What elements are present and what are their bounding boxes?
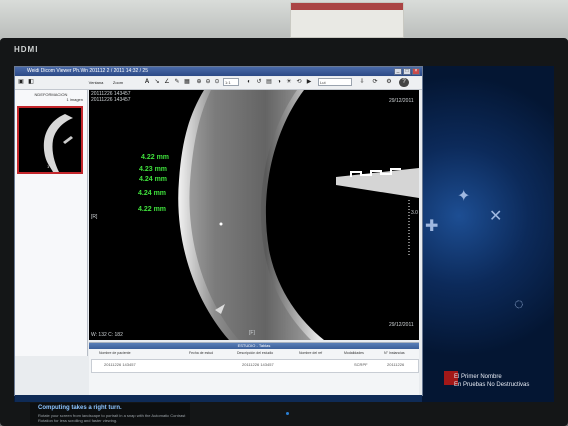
measurement-label[interactable]: 4.23 mm <box>139 166 167 173</box>
wall-background <box>0 0 568 40</box>
zoom-menu-button[interactable]: Zoom <box>110 78 126 87</box>
grid-icon[interactable]: ▤ <box>265 78 273 87</box>
desktop-text-line2: En Pruebas No Destructivas <box>454 382 530 388</box>
zoom-in-icon[interactable]: ⊕ <box>195 78 203 87</box>
monitor-brand: HDMI <box>14 45 39 54</box>
column-header[interactable]: Nombre del ref <box>299 351 322 357</box>
overlay-orientation-left: [R] <box>91 214 98 220</box>
overlay-date-bottom: 29/12/2011 <box>389 322 414 328</box>
toolbar: ▣ ◧ Ventana Zoom A ↘ ∠ ✎ ▦ ⊕ ⊖ ⊙ 1:1 ◐ ↺… <box>15 77 422 90</box>
column-header[interactable]: Modalidades <box>344 351 364 357</box>
measurement-label[interactable]: 4.22 mm <box>138 206 166 213</box>
layout-icon[interactable]: ◧ <box>27 78 35 87</box>
table-cell: 20111226 143457 <box>104 362 136 367</box>
star-icon: ✦ <box>457 188 471 205</box>
minimize-button[interactable]: _ <box>394 68 402 75</box>
dicom-viewer-window: Weidi Dicom Viewer Ph.Wn 201112 2 / 2011… <box>14 66 423 402</box>
column-header[interactable]: Fecha de estud <box>189 351 213 357</box>
flip-icon[interactable]: ◐ <box>245 78 253 87</box>
angle-icon[interactable]: ∠ <box>163 78 171 87</box>
annotation-icon[interactable]: A <box>143 78 151 87</box>
promo-body: Rotate your screen from landscape to por… <box>38 413 186 423</box>
cine-icon[interactable]: ▶ <box>305 78 313 87</box>
measurement-label[interactable]: 4.24 mm <box>139 176 167 183</box>
overlay-orientation-bottom: [F] <box>249 330 255 336</box>
thumbnail-image <box>43 114 73 172</box>
overlay-window-level: W: 132 C: 182 <box>91 332 123 338</box>
zoom-out-icon[interactable]: ⊖ <box>204 78 212 87</box>
monitor-screen: ✦ ✚ ✕ ◌ El Primer Nombre En Pruebas No D… <box>14 66 554 402</box>
promo-sticker: Computing takes a right turn. Rotate you… <box>30 403 190 425</box>
zoom-fit-icon[interactable]: ⊙ <box>213 78 221 87</box>
reset-icon[interactable]: ⟲ <box>295 78 303 87</box>
invert-icon[interactable]: ◑ <box>275 78 283 87</box>
circle-icon: ◌ <box>514 296 524 313</box>
window-title: Weidi Dicom Viewer Ph.Wn 201112 2 / 2011… <box>27 68 148 74</box>
wall-calendar <box>290 2 404 38</box>
cross-icon: ✚ <box>425 218 439 235</box>
sync-icon[interactable]: ⟳ <box>371 78 379 87</box>
study-table-panel: ESTUDIO - Tablas Nombre de paciente Fech… <box>89 342 419 395</box>
settings-icon[interactable]: ⚙ <box>385 78 393 87</box>
study-table-title: ESTUDIO - Tablas <box>89 343 419 349</box>
image-icon[interactable]: ▦ <box>183 78 191 87</box>
open-icon[interactable]: ▣ <box>17 78 25 87</box>
series-header: NDEFORMACION 1 imagen <box>15 90 87 104</box>
table-row[interactable]: 20111226 143457 20111226 143457 SCRPF 20… <box>91 359 419 373</box>
ventana-button[interactable]: Ventana <box>87 78 105 87</box>
table-cell: SCRPF <box>354 362 368 367</box>
export-icon[interactable]: ⇩ <box>358 78 366 87</box>
desktop-wallpaper: ✦ ✚ ✕ ◌ <box>419 66 554 402</box>
desktop-text-line1: El Primer Nombre <box>454 374 502 380</box>
image-viewer[interactable]: 20111226 143457 20111226 143457 29/12/20… <box>89 90 419 340</box>
series-count: 1 imagen <box>66 97 83 102</box>
measurement-label[interactable]: 4.24 mm <box>138 190 166 197</box>
table-cell: 20111226 <box>387 362 405 367</box>
table-cell: 20111226 143457 <box>242 362 274 367</box>
overlay-date-top: 29/12/2011 <box>389 98 414 104</box>
window-level-icon[interactable]: ☀ <box>285 78 293 87</box>
x-icon: ✕ <box>489 208 503 225</box>
column-header[interactable]: N° Instancias <box>384 351 405 357</box>
column-header[interactable]: Descripción del estudio <box>237 351 273 357</box>
series-title: NDEFORMACION <box>34 92 68 97</box>
taskbar <box>15 395 422 402</box>
power-led <box>286 412 289 415</box>
overlay-study-id-2: 20111226 143457 <box>91 97 131 103</box>
window-titlebar: Weidi Dicom Viewer Ph.Wn 201112 2 / 2011… <box>15 67 422 76</box>
series-thumbnail[interactable]: 1 <box>17 106 83 174</box>
preset-select[interactable]: Lut <box>318 78 352 86</box>
promo-title: Computing takes a right turn. <box>38 405 122 411</box>
column-header[interactable]: Nombre de paciente <box>99 351 131 357</box>
help-icon[interactable]: ? <box>399 78 409 87</box>
ruler-label: 3.0 <box>411 210 418 216</box>
rotate-left-icon[interactable]: ↺ <box>255 78 263 87</box>
zoom-select[interactable]: 1:1 <box>223 78 239 86</box>
measurement-label[interactable]: 4.22 mm <box>141 154 169 161</box>
pencil-icon[interactable]: ✎ <box>173 78 181 87</box>
close-button[interactable]: × <box>412 68 420 75</box>
series-panel: NDEFORMACION 1 imagen 1 <box>15 90 88 356</box>
maximize-button[interactable]: □ <box>403 68 411 75</box>
thumbnail-label: 1 <box>47 164 50 169</box>
radiograph-image <box>178 90 419 340</box>
measure-icon[interactable]: ↘ <box>153 78 161 87</box>
